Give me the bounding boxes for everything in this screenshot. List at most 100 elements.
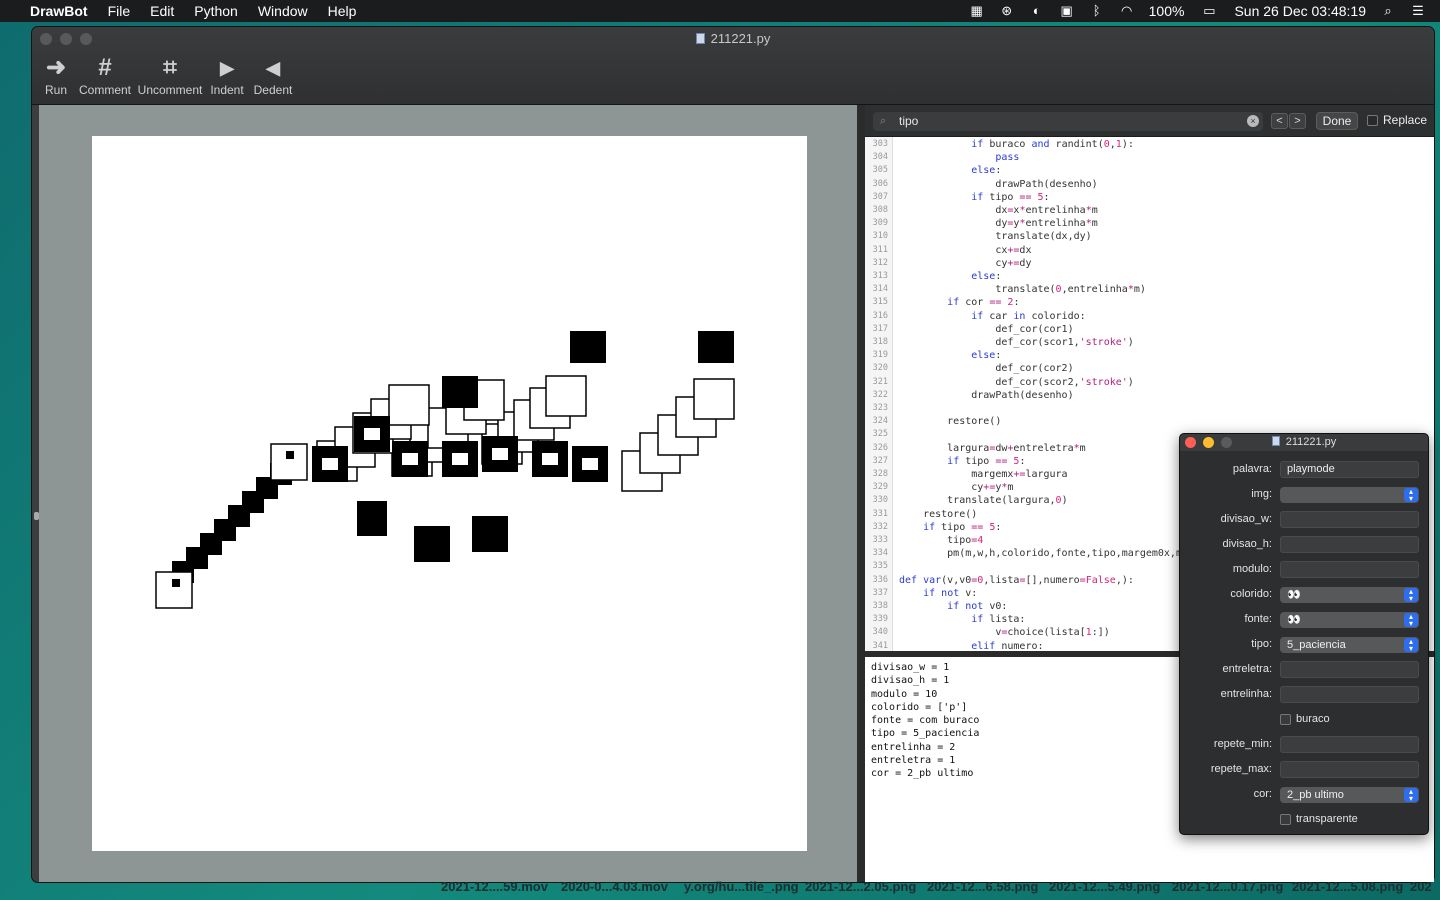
ghost-outline	[388, 384, 430, 426]
variable-select[interactable]: 👀 ▴ ▾	[1280, 587, 1419, 603]
desktop-file-label[interactable]: 2020-0...4.03.mov	[561, 879, 668, 894]
clock[interactable]: Sun 26 Dec 03:48:19	[1234, 3, 1366, 19]
code-line: if tipo == 5:	[923, 521, 1002, 533]
variable-select[interactable]: ▴ ▾	[1280, 487, 1419, 503]
variable-row: divisao_w:	[1180, 511, 1428, 529]
desktop-file-label[interactable]: 2021-12...2.05.png	[805, 879, 916, 894]
letter-counter	[452, 453, 468, 465]
menu-file[interactable]: File	[98, 3, 141, 19]
line-number: 334	[872, 548, 888, 559]
desktop-file-label[interactable]: 2021-12....59.mov	[441, 879, 548, 894]
notification-center-icon[interactable]: ☰	[1410, 4, 1426, 18]
menu-python[interactable]: Python	[184, 3, 248, 19]
variable-text-field[interactable]	[1280, 686, 1419, 703]
replace-checkbox[interactable]	[1367, 115, 1378, 126]
comment-button[interactable]: # Comment	[78, 53, 132, 97]
clear-search-icon[interactable]: ×	[1247, 115, 1259, 127]
variable-label: palavra:	[1232, 463, 1272, 475]
desktop-file-label[interactable]: y.org/hu...tile_.png	[684, 879, 799, 894]
desktop-file-label[interactable]: 2021-12...0.17.png	[1172, 879, 1283, 894]
line-number: 326	[872, 442, 888, 453]
code-line: if tipo == 5:	[947, 455, 1026, 467]
line-number: 332	[872, 521, 888, 532]
desktop-file-label[interactable]: 2021-12...6.58.png	[927, 879, 1038, 894]
line-number: 333	[872, 535, 888, 545]
uncomment-hash-icon: ⌗	[163, 54, 177, 81]
variable-row: fonte: 👀 ▴ ▾	[1180, 611, 1428, 629]
done-button[interactable]: Done	[1316, 112, 1358, 130]
wifi-icon[interactable]: ◠	[1119, 4, 1135, 18]
code-line: else:	[971, 165, 1002, 177]
line-number: 323	[872, 403, 888, 413]
variable-row: divisao_h:	[1180, 536, 1428, 554]
line-number: 308	[872, 205, 888, 215]
uncomment-label: Uncomment	[137, 83, 203, 97]
find-previous-button[interactable]: <	[1271, 113, 1288, 129]
line-number: 306	[872, 178, 888, 189]
code-line: if buraco and randint(0,1):	[971, 139, 1134, 150]
app-status-icon[interactable]: ▦	[969, 4, 985, 18]
variable-select[interactable]: 👀 ▴ ▾	[1280, 612, 1419, 628]
variable-select-value: 5_paciencia	[1287, 639, 1346, 651]
split-divider[interactable]	[857, 105, 865, 882]
variable-text-field[interactable]	[1280, 561, 1419, 578]
menubar-app-icon[interactable]: ▣	[1059, 4, 1075, 18]
variable-select[interactable]: 5_paciencia ▴ ▾	[1280, 637, 1419, 653]
code-line: else:	[971, 350, 1002, 362]
panel-zoom-button[interactable]	[1221, 437, 1232, 448]
document-icon	[1271, 436, 1280, 446]
find-next-button[interactable]: >	[1289, 113, 1306, 129]
spotlight-search-icon[interactable]: ⌕	[1380, 4, 1396, 18]
menu-app-drawbot[interactable]: DrawBot	[20, 3, 98, 19]
variable-checkbox[interactable]	[1280, 714, 1291, 725]
desktop-file-label[interactable]: 202	[1410, 879, 1432, 894]
variable-select-value: 2_pb ultimo	[1287, 789, 1344, 801]
code-line: if cor == 2:	[947, 297, 1020, 309]
variable-text-field[interactable]	[1280, 511, 1419, 528]
menu-help[interactable]: Help	[318, 3, 367, 19]
variable-label: tipo:	[1251, 638, 1272, 650]
variable-text-field[interactable]	[1280, 761, 1419, 778]
panel-minimize-button[interactable]	[1203, 437, 1214, 448]
find-field[interactable]: ⌕ tipo ×	[873, 112, 1263, 131]
dark-mode-icon[interactable]: ◐	[1029, 4, 1045, 18]
uncomment-button[interactable]: ⌗ Uncomment	[137, 53, 203, 97]
letter-counter	[322, 458, 338, 470]
variable-checkbox[interactable]	[1280, 814, 1291, 825]
bluetooth-icon[interactable]: ᛒ	[1089, 4, 1105, 18]
variable-text-field[interactable]	[1280, 536, 1419, 553]
line-number: 317	[872, 323, 888, 334]
run-arrow-icon: ➜	[45, 54, 67, 81]
variable-text-field[interactable]: playmode	[1280, 461, 1419, 478]
variable-text-field[interactable]	[1280, 736, 1419, 753]
variable-select[interactable]: 2_pb ultimo ▴ ▾	[1280, 787, 1419, 803]
desktop-file-label[interactable]: 2021-12...5.49.png	[1049, 879, 1160, 894]
desktop-file-label[interactable]: 2021-12...5.08.png	[1292, 879, 1403, 894]
code-line: translate(largura,0)	[899, 495, 1068, 507]
menu-edit[interactable]: Edit	[140, 3, 184, 19]
ghost-outline	[545, 375, 587, 417]
letter-counter	[582, 458, 598, 470]
canvas-area[interactable]	[39, 105, 857, 882]
letter-p-hole	[286, 451, 294, 459]
battery-icon[interactable]: ▭	[1198, 4, 1220, 18]
line-number: 329	[872, 482, 888, 493]
line-number: 307	[872, 191, 888, 202]
menu-window[interactable]: Window	[248, 3, 318, 19]
code-line: restore()	[899, 508, 978, 520]
code-line: translate(0,entrelinha*m)	[899, 284, 1146, 296]
creative-cloud-icon[interactable]: ⊛	[999, 4, 1015, 18]
variable-text-field[interactable]	[1280, 661, 1419, 678]
code-line: if tipo == 5:	[971, 191, 1050, 203]
dedent-button[interactable]: ◀ Dedent	[251, 53, 295, 97]
panel-close-button[interactable]	[1185, 437, 1196, 448]
line-number: 337	[872, 587, 888, 598]
run-button[interactable]: ➜ Run	[40, 53, 72, 97]
variable-row: img: ▴ ▾	[1180, 486, 1428, 504]
resize-handle-left[interactable]	[34, 512, 39, 520]
code-line: if lista:	[971, 614, 1026, 626]
variable-select-value: 👀	[1287, 589, 1301, 601]
menu-bar: DrawBot File Edit Python Window Help ▦ ⊛…	[0, 0, 1440, 22]
indent-button[interactable]: ▶ Indent	[208, 53, 246, 97]
code-line: def_cor(cor1)	[899, 323, 1074, 335]
